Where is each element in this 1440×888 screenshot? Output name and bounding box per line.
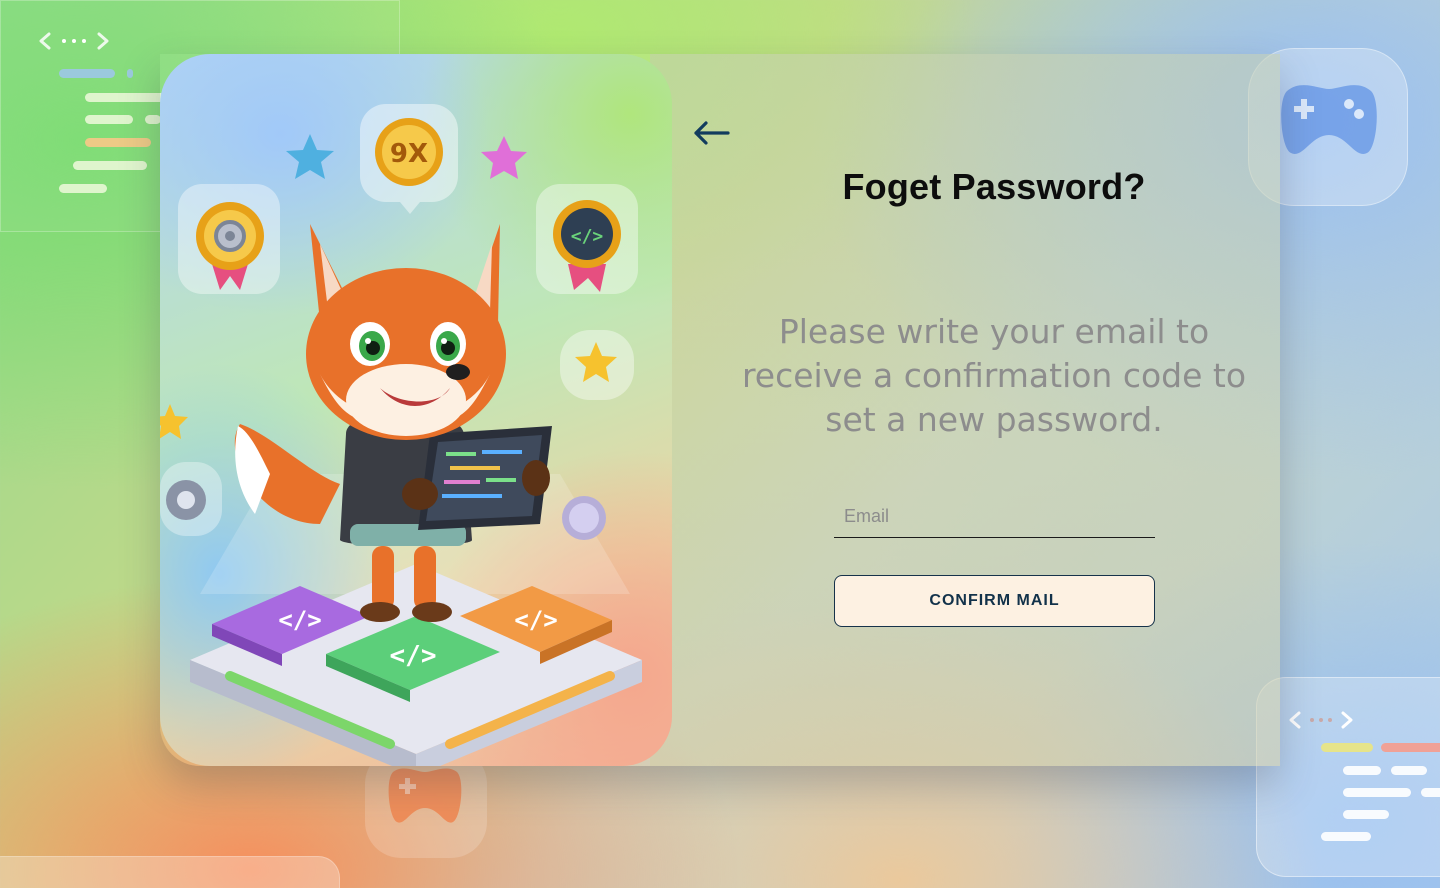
tile-label-left: </> (278, 606, 321, 634)
fox-coder-illustration: 9X </> </> </> </> (160, 54, 672, 766)
tile-label-center: </> (390, 641, 437, 671)
back-button[interactable] (690, 116, 734, 148)
coin-label: 9X (390, 139, 428, 169)
badge-code-label: </> (571, 226, 604, 247)
fox-mascot-image: 9X </> </> </> </> (160, 104, 642, 766)
tile-label-right: </> (514, 606, 557, 634)
email-field-wrapper (834, 496, 1155, 538)
email-input[interactable] (834, 496, 1155, 536)
confirm-mail-button[interactable]: CONFIRM MAIL (834, 575, 1155, 627)
background-code-tile (1256, 677, 1440, 877)
code-snippet-icon (1289, 711, 1440, 841)
instructions-text: Please write your email to receive a con… (741, 312, 1247, 439)
arrow-left-icon (694, 121, 730, 145)
background-tile-bottom (0, 856, 340, 888)
page-title: Foget Password? (842, 166, 1146, 207)
